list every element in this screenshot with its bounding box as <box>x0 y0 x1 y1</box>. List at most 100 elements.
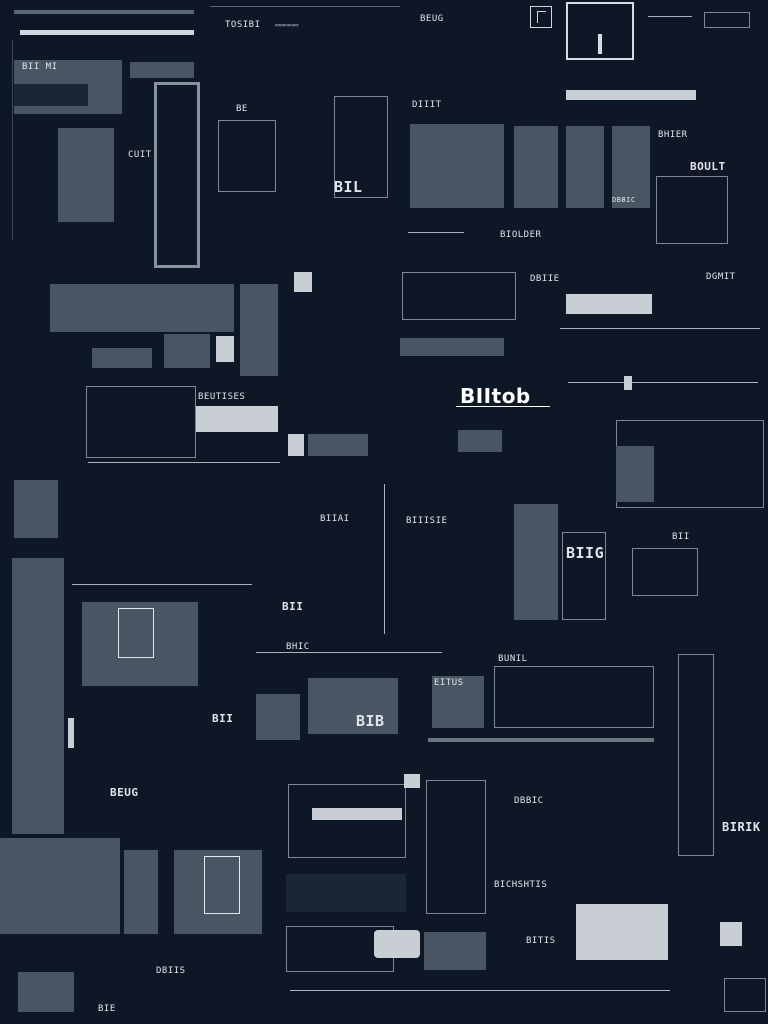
left-square[interactable] <box>14 480 58 538</box>
label-bii-mi: BII MI <box>22 62 58 72</box>
tall-frame[interactable] <box>154 82 200 268</box>
row5-rule <box>428 738 654 742</box>
panel-bii-mi-sub <box>14 84 88 106</box>
right-column-stack[interactable] <box>678 654 714 856</box>
label-row2-bii: DBIIE <box>530 274 560 284</box>
chip-white-1 <box>294 272 312 292</box>
row5-glyph-box <box>204 856 240 914</box>
form-panel[interactable] <box>86 386 196 458</box>
label-biiisie: BIIISIE <box>406 516 448 526</box>
label-bhic: BHIC <box>286 642 310 652</box>
row5-chip <box>404 774 420 788</box>
right-slider-track[interactable] <box>568 382 758 383</box>
row4-panel-b[interactable] <box>256 694 300 740</box>
label-bie: BIE <box>98 1004 116 1014</box>
panel-gray-square[interactable] <box>410 124 504 208</box>
chip-mid <box>288 434 304 456</box>
label-bii-r4: BII <box>282 600 304 613</box>
right-schematic[interactable] <box>632 548 698 596</box>
card-2[interactable] <box>566 126 604 208</box>
label-eitus: EITUS <box>434 678 464 688</box>
row4-schematic[interactable] <box>494 666 654 728</box>
left-edge-line <box>12 40 13 240</box>
row1-rule <box>408 232 464 233</box>
row4-rule-2 <box>256 652 442 653</box>
chip-row2-c <box>216 336 234 362</box>
top-right-rule <box>648 16 692 17</box>
panel-tall-gray[interactable] <box>240 284 278 376</box>
label-diiit: DIIIT <box>412 100 442 110</box>
label-bunil: BUNIL <box>498 654 528 664</box>
right-mid-box[interactable] <box>562 532 606 620</box>
label-dbbic: DBBIC <box>514 796 544 806</box>
card-1[interactable] <box>514 126 558 208</box>
chip-row2-b <box>164 334 210 368</box>
tall-frame-top <box>130 62 194 78</box>
row5-panel-left[interactable] <box>0 838 120 934</box>
label-dgmit: DGMIT <box>706 272 736 282</box>
top-glyph <box>530 6 552 28</box>
bar-center[interactable] <box>400 338 504 356</box>
label-dbiis: DBIIS <box>156 966 186 976</box>
mid-divider <box>384 484 385 634</box>
right-slider-thumb[interactable] <box>624 376 632 390</box>
top-square-mark <box>598 34 602 54</box>
top-divider <box>210 6 400 7</box>
label-card-3: DBBIC <box>612 196 636 204</box>
label-cuit: CUIT <box>128 150 152 160</box>
bar-right-top[interactable] <box>566 90 696 100</box>
label-beutises: BEUTISES <box>198 392 246 402</box>
bottom-panel-light[interactable] <box>576 904 668 960</box>
label-boult: BOULT <box>690 160 726 173</box>
top-square[interactable] <box>566 2 634 60</box>
chip-mid-b <box>308 434 368 456</box>
label-top-sub: ▭▭▭▭▭ <box>275 21 299 29</box>
label-be: BE <box>236 104 248 114</box>
row5-panel-tall[interactable] <box>426 780 486 914</box>
top-right-box <box>704 12 750 28</box>
bottom-toggle[interactable] <box>374 930 420 958</box>
left-tall-column <box>12 558 64 834</box>
label-biiai: BIIAI <box>320 514 350 524</box>
schematic-right-top[interactable] <box>656 176 728 244</box>
bar-row2-right[interactable] <box>566 294 652 314</box>
row4-rule <box>72 584 252 585</box>
row4-slim-bar[interactable] <box>68 718 74 748</box>
schematic-be[interactable] <box>218 120 276 192</box>
form-input[interactable] <box>196 406 278 432</box>
right-mid-tall <box>514 504 558 620</box>
label-biitob: BIItob <box>460 384 531 408</box>
row5-frame[interactable] <box>288 784 406 858</box>
top-rule <box>14 10 194 14</box>
panel-wide-gray[interactable] <box>50 284 234 332</box>
biitob-underline <box>456 406 550 407</box>
panel-left-block <box>58 128 114 222</box>
right-mid-card <box>616 446 654 502</box>
label-bib: BIB <box>356 712 385 730</box>
form-rule <box>88 462 280 463</box>
chip-mid-c <box>458 430 502 452</box>
label-bhier: BHIER <box>658 130 688 140</box>
row5-dark-bar <box>286 874 406 912</box>
bottom-rule <box>290 990 670 991</box>
row2-rule <box>560 328 760 329</box>
label-top-mid: BEUG <box>420 14 444 24</box>
row5-panel-mid[interactable] <box>124 850 158 934</box>
label-right-title: BII <box>672 532 690 542</box>
top-rule-2 <box>20 30 194 35</box>
label-birik: BIRIK <box>722 820 761 834</box>
label-bitis: BITIS <box>526 936 556 946</box>
label-biolder: BIOLDER <box>500 230 542 240</box>
row5-fill <box>312 808 402 820</box>
row4-card-inner <box>118 608 154 658</box>
bottom-chip <box>720 922 742 946</box>
bottom-square[interactable] <box>18 972 74 1012</box>
label-beug: BEUG <box>110 786 139 799</box>
label-top-title: TOSIBI <box>225 20 261 30</box>
label-bii-r4b: BII <box>212 712 234 725</box>
chip-row2-a <box>92 348 152 368</box>
schematic-row2[interactable] <box>402 272 516 320</box>
bottom-panel-mid[interactable] <box>424 932 486 970</box>
label-bil: BIL <box>334 178 363 196</box>
bottom-right-box[interactable] <box>724 978 766 1012</box>
